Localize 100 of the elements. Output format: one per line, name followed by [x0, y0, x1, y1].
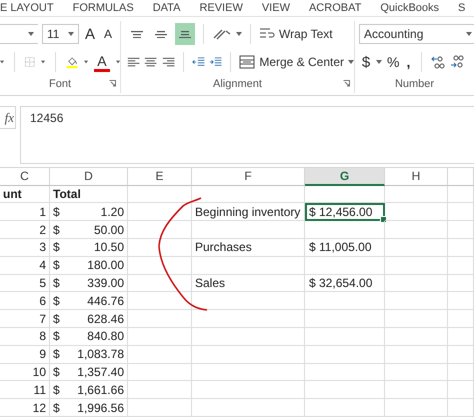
ribbon-tab[interactable]: E LAYOUT [0, 2, 54, 14]
caret-icon [28, 32, 34, 36]
table-cell: 1,661.66 [77, 382, 124, 397]
column-header[interactable]: D [50, 168, 128, 186]
table-cell: 2 [0, 221, 50, 240]
table-cell[interactable]: $ 32,654.00 [305, 274, 385, 292]
empty-cell [385, 274, 448, 292]
empty-cell [385, 221, 448, 240]
empty-cell [448, 186, 474, 204]
middle-align-icon [155, 30, 167, 38]
percent-button[interactable]: % [387, 51, 400, 74]
column-header[interactable]: E [128, 168, 192, 186]
table-cell: 12 [0, 399, 50, 417]
empty-cell [385, 292, 448, 310]
caret-icon [40, 60, 45, 64]
fill-handle[interactable] [380, 216, 387, 224]
borders-icon[interactable] [25, 55, 35, 70]
empty-cell [448, 328, 474, 346]
empty-cell [448, 292, 474, 310]
grow-font-button[interactable]: A [83, 23, 97, 46]
empty-cell [128, 186, 192, 204]
currency-symbol: $ [53, 329, 60, 344]
table-cell: 628.46 [87, 312, 124, 326]
table-cell: Total [50, 186, 128, 204]
currency-symbol: $ [53, 276, 60, 290]
table-cell: unt [0, 186, 50, 204]
currency-symbol: $ [53, 312, 60, 326]
column-header[interactable]: G [305, 168, 385, 186]
table-cell: 1,996.56 [77, 400, 124, 415]
empty-cell [385, 239, 448, 257]
group-label: Font [48, 78, 71, 90]
dropdown-caret-icon [0, 60, 4, 64]
group-label: Number [394, 78, 434, 90]
dialog-launcher-icon[interactable] [109, 80, 116, 88]
caret-icon [466, 32, 472, 36]
empty-cell [385, 399, 448, 417]
table-cell: 9 [0, 346, 50, 364]
table-cell[interactable]: $ 11,005.00 [305, 239, 385, 257]
wrap-text-button[interactable]: Wrap Text [259, 23, 333, 46]
empty-cell [448, 239, 474, 257]
font-size-dropdown[interactable]: 11 [42, 24, 79, 44]
empty-cell [448, 381, 474, 400]
column-header[interactable]: H [385, 168, 448, 186]
currency-symbol: $ [53, 400, 60, 415]
dialog-launcher-icon[interactable] [343, 80, 350, 88]
column-header[interactable]: C [0, 168, 50, 186]
empty-cell [448, 203, 474, 222]
decrease-decimal-icon[interactable] [450, 55, 464, 70]
table-cell: 446.76 [87, 294, 124, 308]
table-cell: 5 [0, 274, 50, 292]
empty-cell [448, 364, 474, 382]
formula-input[interactable]: 12456 [20, 106, 474, 164]
ribbon-tab[interactable]: VIEW [262, 2, 290, 14]
currency-symbol: $ [53, 222, 60, 237]
empty-cell [448, 256, 474, 275]
table-cell[interactable]: $ 12,456.00 [305, 203, 385, 222]
ribbon-tab[interactable]: DATA [152, 2, 180, 14]
shrink-font-button[interactable]: A [101, 23, 115, 46]
number-format-dropdown[interactable]: Accounting [359, 24, 474, 44]
caret-icon [68, 32, 74, 36]
table-cell: 50.00 [94, 222, 124, 237]
table-cell: 3 [0, 239, 50, 257]
table-cell: Purchases [192, 239, 305, 257]
font-color-button[interactable]: A [94, 52, 110, 72]
currency-symbol: $ [53, 240, 60, 254]
bottom-align-icon [179, 30, 191, 38]
currency-button[interactable]: $ [361, 51, 371, 74]
table-cell: 1,357.40 [77, 365, 124, 379]
ribbon-tab[interactable]: QuickBooks [380, 2, 440, 14]
empty-cell [448, 346, 474, 364]
merge-center-button[interactable]: Merge & Center [239, 51, 354, 74]
empty-cell [385, 364, 448, 382]
empty-cell [385, 186, 448, 204]
table-cell: 1.20 [100, 204, 124, 219]
column-header[interactable]: F [192, 168, 305, 186]
caret-icon [116, 60, 120, 64]
increase-decimal-icon[interactable] [431, 55, 446, 70]
currency-symbol: $ [53, 347, 60, 362]
ribbon-tab[interactable]: REVIEW [199, 2, 243, 14]
ribbon-tab[interactable]: S [458, 2, 466, 14]
empty-cell [448, 310, 474, 328]
currency-symbol: $ [53, 258, 60, 272]
currency-symbol: $ [53, 365, 60, 379]
table-cell: 4 [0, 256, 50, 275]
table-cell: 180.00 [87, 258, 124, 272]
ribbon-tab[interactable]: ACROBAT [308, 2, 362, 14]
table-cell: 1 [0, 203, 50, 222]
empty-cell [385, 310, 448, 328]
empty-cell [385, 346, 448, 364]
comma-button[interactable]: , [404, 51, 412, 74]
currency-symbol: $ [53, 204, 60, 219]
table-cell: 10.50 [94, 240, 124, 254]
caret-icon [84, 60, 88, 64]
table-cell: 840.80 [87, 329, 124, 344]
table-cell: 11 [0, 381, 50, 400]
bottom-align-button[interactable] [175, 23, 195, 46]
caret-icon [376, 60, 382, 64]
ribbon-tab[interactable]: FORMULAS [72, 2, 134, 14]
table-cell: 8 [0, 328, 50, 346]
insert-function-button[interactable]: fx [0, 106, 16, 130]
